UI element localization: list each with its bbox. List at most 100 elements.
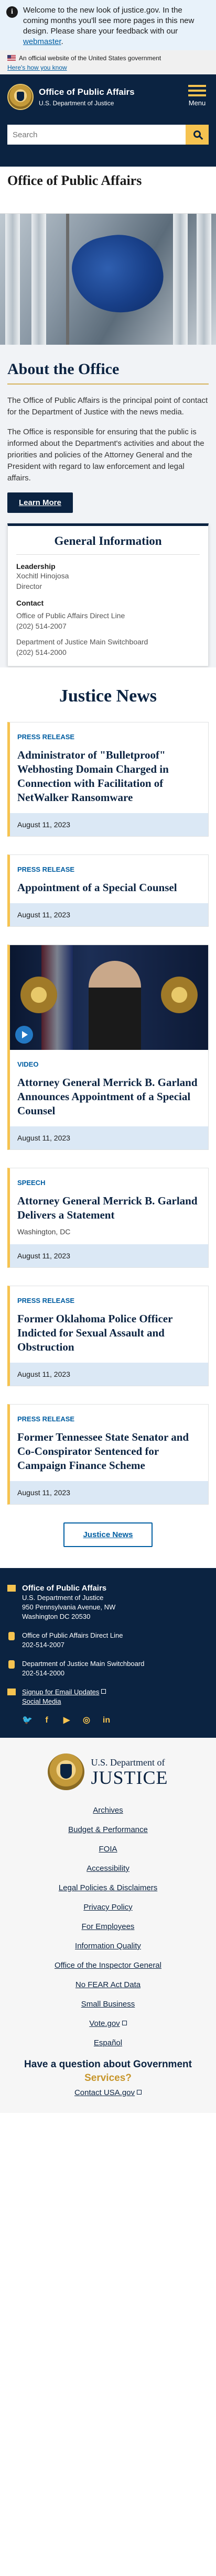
news-date: August 11, 2023	[10, 813, 208, 836]
footer-links: Archives Budget & Performance FOIA Acces…	[7, 1806, 209, 2047]
mail-icon	[7, 1585, 16, 1592]
usagov-label: Contact USA.gov	[74, 2088, 135, 2097]
news-title[interactable]: Former Oklahoma Police Officer Indicted …	[17, 1312, 201, 1354]
news-kind: SPEECH	[17, 1179, 46, 1187]
footer-link-info-quality[interactable]: Information Quality	[7, 1942, 209, 1950]
twitter-icon[interactable]: 🐦	[22, 1716, 33, 1725]
footer-link-budget[interactable]: Budget & Performance	[7, 1825, 209, 1834]
heres-how-you-know-link[interactable]: Here's how you know	[7, 64, 209, 71]
social-icons: 🐦 f ▶ ◎ in	[22, 1716, 209, 1725]
webmaster-link[interactable]: webmaster	[23, 37, 61, 46]
line1-phone[interactable]: 202-514-2007	[22, 1641, 64, 1649]
footer-link-accessibility[interactable]: Accessibility	[7, 1864, 209, 1873]
footer-link-small-business[interactable]: Small Business	[7, 2000, 209, 2009]
contact1-phone[interactable]: (202) 514-2007	[16, 621, 200, 631]
address-line-3: Washington DC 20530	[22, 1613, 91, 1620]
youtube-icon[interactable]: ▶	[62, 1716, 71, 1725]
question-line-2: Services?	[84, 2073, 132, 2084]
contact-label: Contact	[16, 599, 44, 607]
footer-link-employees[interactable]: For Employees	[7, 1922, 209, 1931]
news-title[interactable]: Attorney General Merrick B. Garland Deli…	[17, 1194, 201, 1222]
footer-link-foia[interactable]: FOIA	[7, 1845, 209, 1854]
email-updates-link[interactable]: Signup for Email Updates	[22, 1688, 106, 1696]
news-kind: PRESS RELEASE	[17, 1297, 75, 1305]
page-title: Office of Public Affairs	[0, 167, 216, 214]
contact2-phone[interactable]: (202) 514-2000	[16, 647, 200, 657]
line2-phone[interactable]: 202-514-2000	[22, 1669, 64, 1677]
question-line-1: Have a question about Government	[24, 2059, 192, 2070]
facebook-icon[interactable]: f	[42, 1716, 51, 1725]
contact-usagov-link[interactable]: Contact USA.gov	[7, 2088, 209, 2097]
search-input[interactable]	[7, 125, 186, 145]
news-card[interactable]: PRESS RELEASE Former Tennessee State Sen…	[7, 1404, 209, 1505]
news-kind: PRESS RELEASE	[17, 1415, 75, 1423]
news-title[interactable]: Appointment of a Special Counsel	[17, 881, 201, 895]
contact1-label: Office of Public Affairs Direct Line	[16, 611, 125, 620]
doj-logo[interactable]: U.S. Department of JUSTICE	[7, 1753, 209, 1790]
hamburger-icon	[186, 85, 209, 96]
gov-banner: An official website of the United States…	[0, 50, 216, 74]
contact2-label: Department of Justice Main Switchboard	[16, 638, 148, 646]
info-icon: i	[6, 6, 18, 18]
address-line-1: U.S. Department of Justice	[22, 1594, 104, 1602]
contact-footer: Office of Public Affairs U.S. Department…	[0, 1568, 216, 1738]
footer-link-archives[interactable]: Archives	[7, 1806, 209, 1815]
news-date: August 11, 2023	[10, 1126, 208, 1149]
justice-news-button[interactable]: Justice News	[63, 1522, 153, 1547]
news-card[interactable]: PRESS RELEASE Appointment of a Special C…	[7, 854, 209, 927]
logo-line-1: U.S. Department of	[91, 1757, 165, 1768]
site-footer: U.S. Department of JUSTICE Archives Budg…	[0, 1738, 216, 2113]
vote-label: Vote.gov	[89, 2019, 120, 2028]
doj-seal-icon[interactable]	[7, 84, 34, 110]
general-info-heading: General Information	[16, 534, 200, 555]
learn-more-button[interactable]: Learn More	[7, 492, 73, 513]
notice-suffix: .	[61, 37, 63, 46]
news-kind: VIDEO	[17, 1060, 39, 1068]
about-heading: About the Office	[7, 360, 120, 378]
footer-link-vote[interactable]: Vote.gov	[7, 2019, 209, 2028]
footer-link-espanol[interactable]: Español	[7, 2038, 209, 2047]
footer-email: Signup for Email Updates Social Media	[7, 1687, 209, 1706]
gov-services-question: Have a question about Government Service…	[7, 2058, 209, 2085]
email-icon	[7, 1689, 16, 1695]
divider	[7, 383, 209, 385]
menu-button[interactable]: Menu	[186, 85, 209, 107]
gov-banner-text: An official website of the United States…	[19, 54, 161, 62]
doj-seal-icon	[48, 1753, 85, 1790]
about-paragraph-1: The Office of Public Affairs is the prin…	[7, 396, 208, 416]
general-info-card: General Information Leadership Xochitl H…	[7, 523, 209, 666]
news-title[interactable]: Administrator of "Bulletproof" Webhostin…	[17, 748, 201, 805]
news-date: August 11, 2023	[10, 1481, 208, 1504]
instagram-icon[interactable]: ◎	[82, 1716, 91, 1725]
play-icon[interactable]	[15, 1026, 33, 1044]
site-brand[interactable]: Office of Public Affairs U.S. Department…	[39, 87, 135, 107]
external-link-icon	[137, 2090, 142, 2095]
leader-title: Director	[16, 582, 42, 590]
footer-link-privacy[interactable]: Privacy Policy	[7, 1903, 209, 1912]
hero-image	[0, 214, 216, 345]
news-title[interactable]: Former Tennessee State Senator and Co-Co…	[17, 1430, 201, 1473]
external-link-icon	[122, 2021, 127, 2025]
news-title[interactable]: Attorney General Merrick B. Garland Anno…	[17, 1076, 201, 1118]
footer-phone-2: Department of Justice Main Switchboard 2…	[7, 1659, 209, 1678]
news-location: Washington, DC	[17, 1227, 71, 1236]
video-thumbnail[interactable]	[10, 945, 208, 1050]
news-card[interactable]: PRESS RELEASE Former Oklahoma Police Off…	[7, 1286, 209, 1386]
dept-name: U.S. Department of Justice	[39, 100, 114, 107]
search-button[interactable]	[186, 125, 209, 145]
linkedin-icon[interactable]: in	[102, 1716, 111, 1725]
notice-text: Welcome to the new look of justice.gov. …	[23, 6, 195, 36]
news-date: August 11, 2023	[10, 1363, 208, 1386]
social-media-link[interactable]: Social Media	[22, 1697, 61, 1705]
news-date: August 11, 2023	[10, 903, 208, 926]
news-card[interactable]: SPEECH Attorney General Merrick B. Garla…	[7, 1168, 209, 1268]
justice-news-section: Justice News PRESS RELEASE Administrator…	[0, 667, 216, 1568]
footer-link-oig[interactable]: Office of the Inspector General	[7, 1961, 209, 1970]
footer-link-no-fear[interactable]: No FEAR Act Data	[7, 1980, 209, 1989]
news-date: August 11, 2023	[10, 1244, 208, 1267]
site-notice: i Welcome to the new look of justice.gov…	[0, 0, 216, 50]
footer-link-legal[interactable]: Legal Policies & Disclaimers	[7, 1883, 209, 1892]
news-card[interactable]: VIDEO Attorney General Merrick B. Garlan…	[7, 945, 209, 1150]
footer-address: Office of Public Affairs U.S. Department…	[7, 1584, 209, 1621]
news-card[interactable]: PRESS RELEASE Administrator of "Bulletpr…	[7, 722, 209, 837]
